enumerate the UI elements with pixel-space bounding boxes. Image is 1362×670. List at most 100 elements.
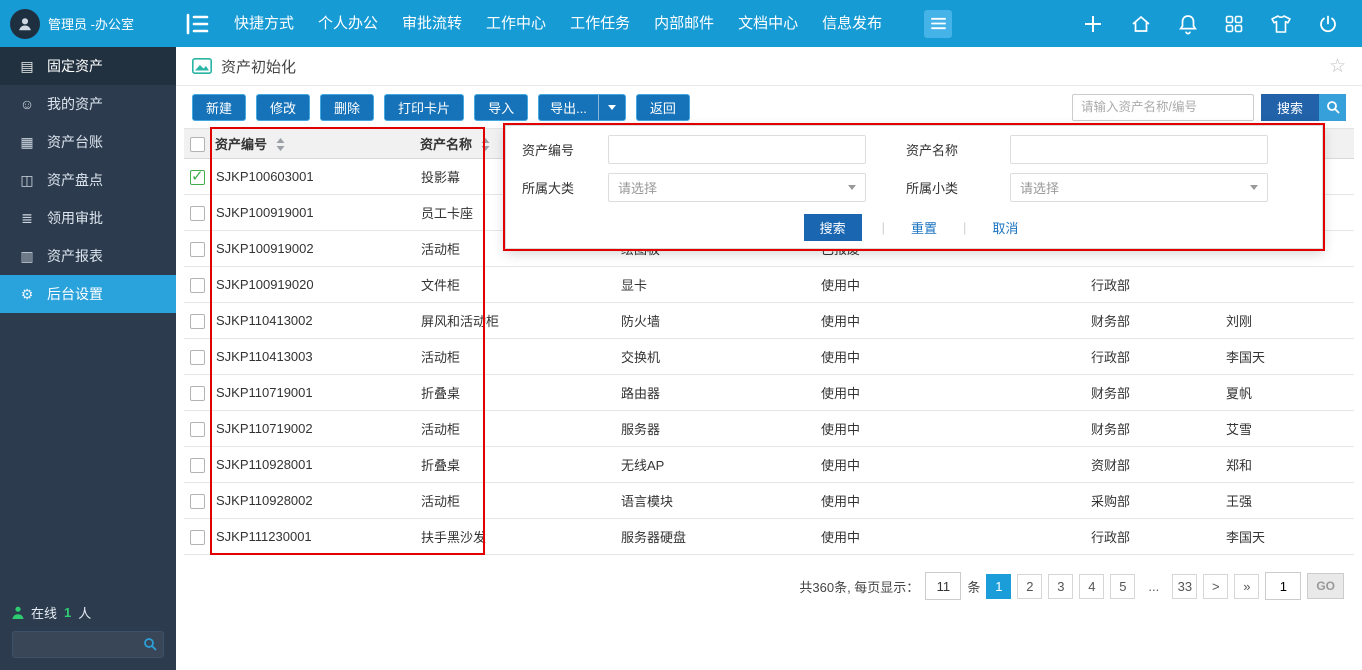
row-checkbox[interactable] <box>190 350 205 365</box>
cell-department: 行政部 <box>1086 519 1221 555</box>
select-all-checkbox[interactable] <box>190 137 205 152</box>
row-checkbox[interactable] <box>190 170 205 185</box>
sidebar-item[interactable]: ▦ 资产台账 <box>0 123 176 161</box>
toolbar-button[interactable]: 新建 <box>192 94 246 121</box>
sidebar-item-label: 领用审批 <box>47 208 103 228</box>
toolbar-button[interactable]: 导入 <box>474 94 528 121</box>
sidebar-item[interactable]: ≣ 领用审批 <box>0 199 176 237</box>
home-icon[interactable] <box>1130 13 1152 35</box>
page-button[interactable]: 4 <box>1079 574 1104 599</box>
table-row[interactable]: SJKP100919020 文件柜 显卡 使用中 行政部 <box>184 267 1354 303</box>
table-row[interactable]: SJKP110413002 屏风和活动柜 防火墙 使用中 财务部 刘刚 <box>184 303 1354 339</box>
row-checkbox[interactable] <box>190 422 205 437</box>
sidebar-item[interactable]: ⚙ 后台设置 <box>0 275 176 313</box>
row-checkbox[interactable] <box>190 314 205 329</box>
avatar[interactable] <box>10 9 40 39</box>
topbar-menu-item[interactable]: 个人办公 <box>306 0 390 47</box>
chevron-down-icon[interactable] <box>598 95 625 120</box>
toolbar-button[interactable]: 打印卡片 <box>384 94 464 121</box>
menu-more-button[interactable] <box>924 10 952 38</box>
sidebar-search-input[interactable] <box>12 631 164 658</box>
divider: | <box>963 220 966 235</box>
toolbar-button[interactable]: 修改 <box>256 94 310 121</box>
topbar-menu-item[interactable]: 工作任务 <box>558 0 642 47</box>
col-header-asset-code[interactable]: 资产编号 <box>211 129 416 159</box>
panel-search-button[interactable]: 搜索 <box>804 214 862 241</box>
cell-asset-code: SJKP110719002 <box>211 411 416 447</box>
topbar-menu-item[interactable]: 文档中心 <box>726 0 810 47</box>
sidebar-item[interactable]: ◫ 资产盘点 <box>0 161 176 199</box>
cell-asset-code: SJKP100919002 <box>211 231 416 267</box>
row-checkbox[interactable] <box>190 206 205 221</box>
favorite-star-icon[interactable]: ☆ <box>1329 57 1346 76</box>
sidebar-item[interactable]: ☺ 我的资产 <box>0 85 176 123</box>
page-button[interactable]: 33 <box>1172 574 1197 599</box>
cell-department: 行政部 <box>1086 339 1221 375</box>
sort-icon[interactable] <box>481 138 490 154</box>
toolbar-button[interactable]: 删除 <box>320 94 374 121</box>
cell-user: 王强 <box>1221 483 1354 519</box>
search-icon[interactable] <box>143 637 157 656</box>
go-button[interactable]: GO <box>1307 573 1344 599</box>
back-button[interactable]: 返回 <box>636 94 690 121</box>
toolbar-search: 搜索 <box>1072 94 1346 121</box>
sidebar-item[interactable]: ▤ 固定资产 <box>0 47 176 85</box>
cell-user: 李国天 <box>1221 339 1354 375</box>
topbar-menu-item[interactable]: 信息发布 <box>810 0 894 47</box>
page-button[interactable]: 1 <box>986 574 1011 599</box>
cell-asset-name: 活动柜 <box>416 483 616 519</box>
topbar-menu-item[interactable]: 审批流转 <box>390 0 474 47</box>
page-button[interactable]: 3 <box>1048 574 1073 599</box>
shirt-icon[interactable] <box>1270 14 1292 34</box>
page-size-input[interactable] <box>925 572 961 600</box>
table-row[interactable]: SJKP110928002 活动柜 语言模块 使用中 采购部 王强 <box>184 483 1354 519</box>
panel-code-input[interactable] <box>608 135 866 164</box>
app-window: 管理员 -办公室 快捷方式 个人办公 审批流转 工作中心 工作任务 内部邮件 文… <box>0 0 1362 670</box>
search-magnifier-button[interactable] <box>1319 94 1346 121</box>
category-select[interactable]: 请选择 <box>608 173 866 202</box>
grid-icon[interactable] <box>1224 14 1244 34</box>
panel-row-2: 所属大类 请选择 所属小类 请选择 <box>506 168 1322 206</box>
page-button[interactable]: ... <box>1141 574 1166 599</box>
panel-name-input[interactable] <box>1010 135 1268 164</box>
row-checkbox[interactable] <box>190 530 205 545</box>
topbar-menu-item[interactable]: 快捷方式 <box>222 0 306 47</box>
last-page-button[interactable]: » <box>1234 574 1259 599</box>
sidebar-item-label: 资产盘点 <box>47 170 103 190</box>
topbar-menu-item[interactable]: 工作中心 <box>474 0 558 47</box>
goto-page-input[interactable] <box>1265 572 1301 600</box>
online-suffix: 人 <box>78 603 91 622</box>
plus-icon[interactable] <box>1082 13 1104 35</box>
next-page-button[interactable]: > <box>1203 574 1228 599</box>
cell-asset-code: SJKP110928001 <box>211 447 416 483</box>
sort-icon[interactable] <box>276 138 285 154</box>
table-row[interactable]: SJKP110719001 折叠桌 路由器 使用中 财务部 夏帆 <box>184 375 1354 411</box>
panel-reset-button[interactable]: 重置 <box>905 217 943 238</box>
subcategory-select[interactable]: 请选择 <box>1010 173 1268 202</box>
row-checkbox[interactable] <box>190 386 205 401</box>
table-row[interactable]: SJKP111230001 扶手黑沙发 服务器硬盘 使用中 行政部 李国天 <box>184 519 1354 555</box>
table-row[interactable]: SJKP110719002 活动柜 服务器 使用中 财务部 艾雪 <box>184 411 1354 447</box>
table-row[interactable]: SJKP110928001 折叠桌 无线AP 使用中 资财部 郑和 <box>184 447 1354 483</box>
row-checkbox[interactable] <box>190 458 205 473</box>
sidebar-item[interactable]: ▥ 资产报表 <box>0 237 176 275</box>
table-row[interactable]: SJKP110413003 活动柜 交换机 使用中 行政部 李国天 <box>184 339 1354 375</box>
bell-icon[interactable] <box>1178 13 1198 35</box>
cell-asset-code: SJKP110719001 <box>211 375 416 411</box>
row-checkbox[interactable] <box>190 494 205 509</box>
search-button[interactable]: 搜索 <box>1261 94 1319 121</box>
cell-related-item: 语言模块 <box>616 483 816 519</box>
user-area[interactable]: 管理员 -办公室 <box>0 9 176 39</box>
export-button[interactable]: 导出... <box>538 94 626 121</box>
page-button[interactable]: 2 <box>1017 574 1042 599</box>
main-content: 资产初始化 ☆ 新建 修改 删除 打印卡片 导入 导出... 返回 搜索 <box>176 47 1362 670</box>
power-icon[interactable] <box>1318 14 1338 34</box>
asset-search-input[interactable] <box>1072 94 1254 121</box>
page-button[interactable]: 5 <box>1110 574 1135 599</box>
chevron-down-icon <box>1250 185 1258 190</box>
panel-cancel-button[interactable]: 取消 <box>986 217 1024 238</box>
app-logo-icon[interactable] <box>184 13 210 35</box>
topbar-menu-item[interactable]: 内部邮件 <box>642 0 726 47</box>
row-checkbox[interactable] <box>190 242 205 257</box>
row-checkbox[interactable] <box>190 278 205 293</box>
